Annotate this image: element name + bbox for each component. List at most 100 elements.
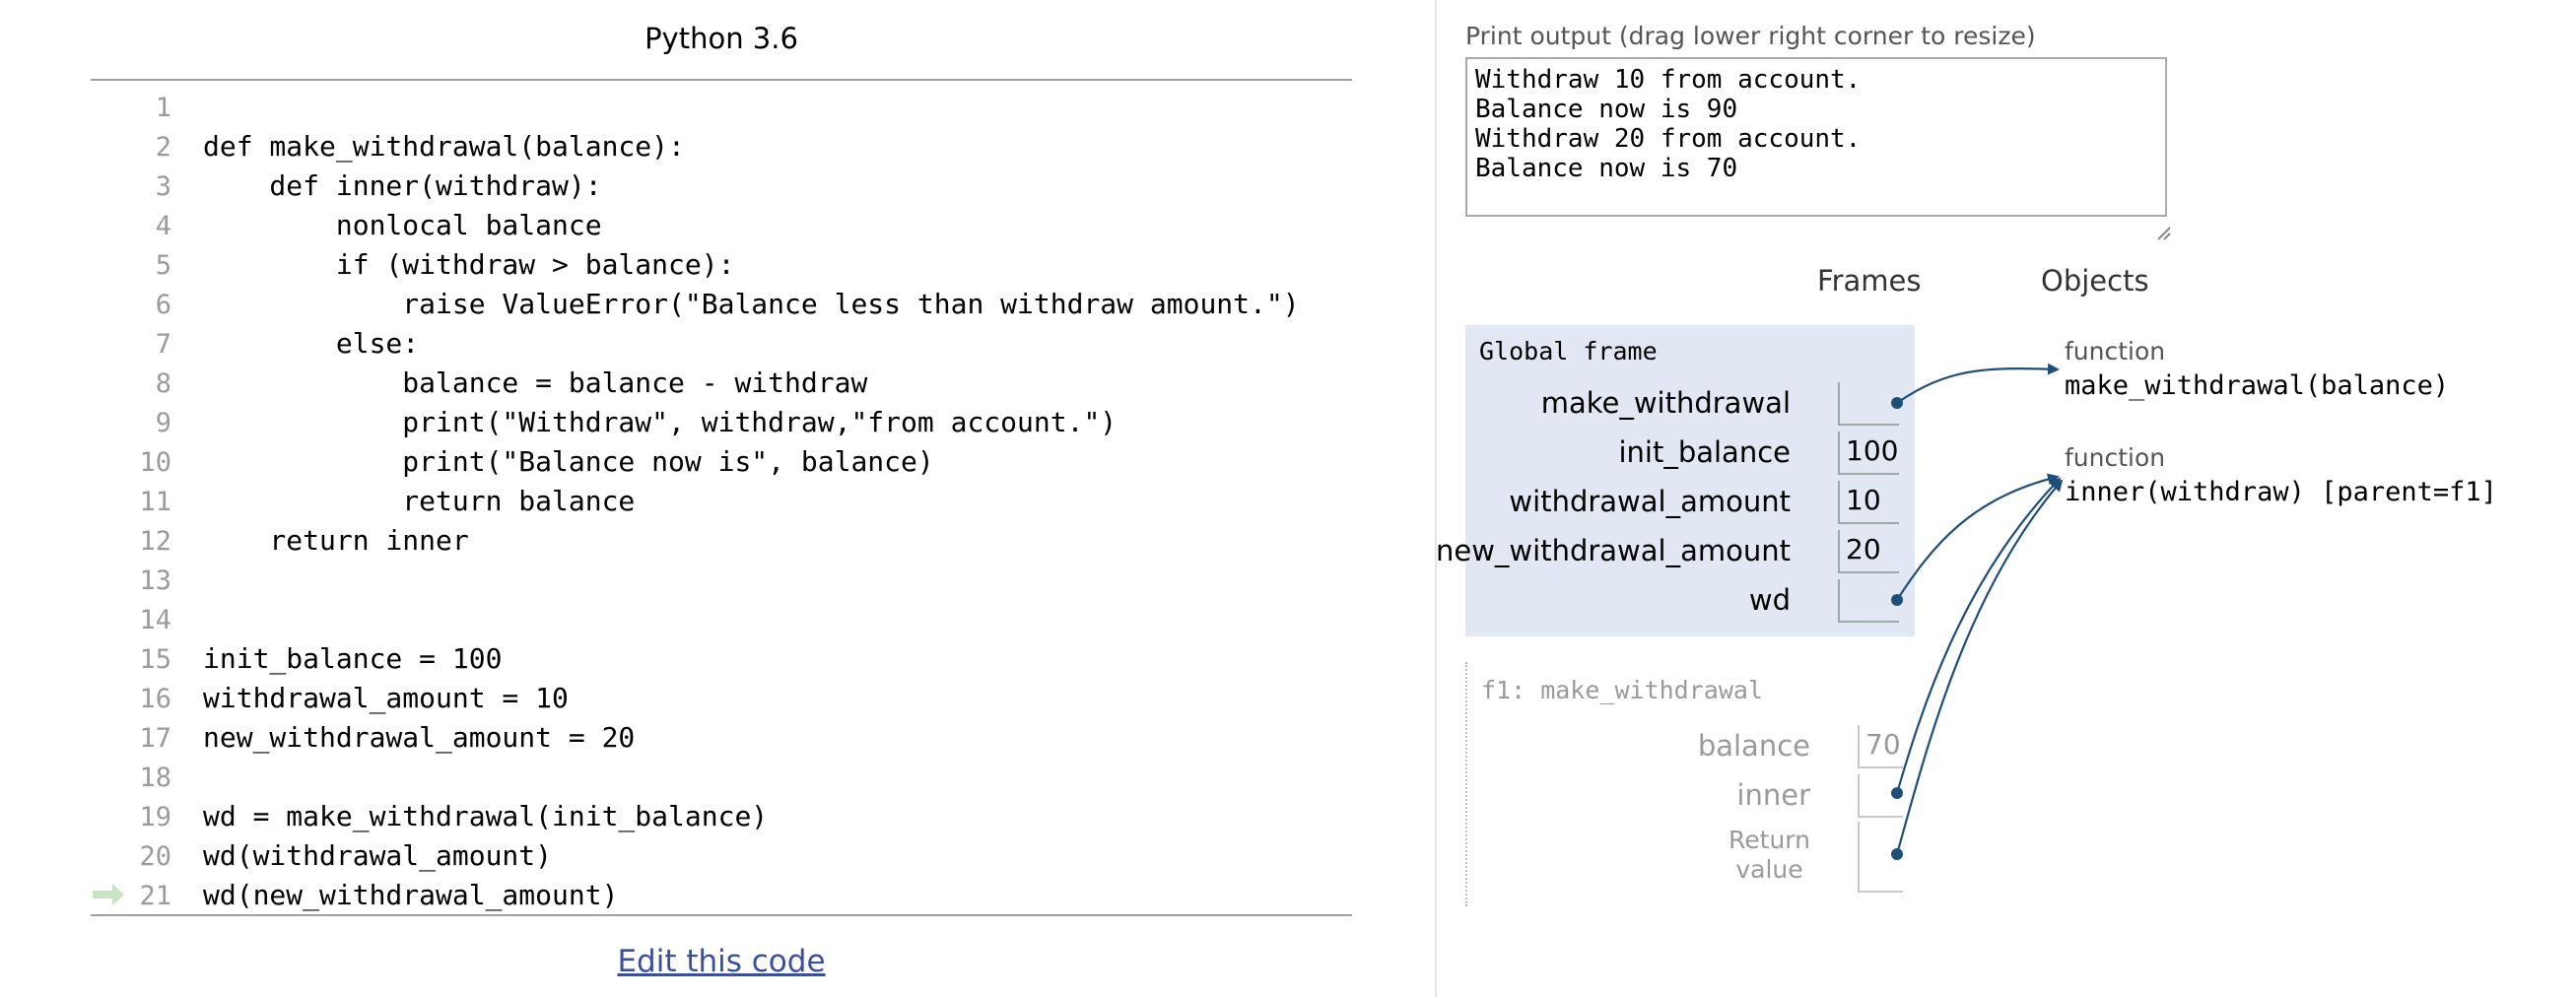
line-number[interactable]: 1 bbox=[134, 93, 171, 123]
line-code: new_withdrawal_amount = 20 bbox=[203, 721, 636, 754]
code-line: 14 bbox=[91, 599, 1362, 638]
code-line: 5 if (withdraw > balance): bbox=[91, 244, 1362, 284]
object-inner: inner(withdraw) [parent=f1] bbox=[2065, 477, 2497, 507]
line-code: raise ValueError("Balance less than with… bbox=[203, 288, 1300, 320]
line-number[interactable]: 5 bbox=[134, 250, 171, 281]
line-code: init_balance = 100 bbox=[203, 642, 503, 675]
line-code: if (withdraw > balance): bbox=[203, 248, 735, 281]
line-number[interactable]: 12 bbox=[134, 526, 171, 557]
return-label-line: Return bbox=[1729, 826, 1810, 854]
code-listing: 1 2 def make_withdrawal(balance): 3 def inn… bbox=[91, 87, 1362, 914]
arrow-inner bbox=[1895, 477, 2062, 794]
code-line: 7 else: bbox=[91, 323, 1362, 363]
line-code: nonlocal balance bbox=[203, 209, 602, 241]
objects-header: Objects bbox=[2041, 264, 2149, 298]
var-name-wd: wd bbox=[1748, 583, 1791, 617]
line-code: withdrawal_amount = 10 bbox=[203, 682, 569, 714]
line-number[interactable]: 7 bbox=[134, 329, 171, 360]
code-line: 21 wd(new_withdrawal_amount) bbox=[91, 875, 1362, 914]
line-number[interactable]: 21 bbox=[134, 881, 171, 911]
code-line: 11 return balance bbox=[91, 481, 1362, 520]
line-number[interactable]: 19 bbox=[134, 802, 171, 832]
code-line: 15 init_balance = 100 bbox=[91, 638, 1362, 678]
code-line: 20 wd(withdrawal_amount) bbox=[91, 835, 1362, 875]
code-line: 9 print("Withdraw", withdraw,"from accou… bbox=[91, 402, 1362, 441]
line-code: def make_withdrawal(balance): bbox=[203, 130, 685, 163]
var-name-inner: inner bbox=[1736, 778, 1810, 812]
line-code: wd(withdrawal_amount) bbox=[203, 839, 553, 872]
code-line: 17 new_withdrawal_amount = 20 bbox=[91, 717, 1362, 757]
line-code: wd = make_withdrawal(init_balance) bbox=[203, 800, 769, 832]
line-code: else: bbox=[203, 327, 420, 360]
var-value-inner bbox=[1858, 774, 1903, 818]
print-output-label: Print output (drag lower right corner to… bbox=[1465, 22, 2036, 50]
global-frame-title: Global frame bbox=[1479, 337, 1658, 366]
return-value-label: Return value bbox=[1729, 826, 1810, 885]
line-number[interactable]: 15 bbox=[134, 644, 171, 675]
output-line: Balance now is 90 bbox=[1475, 95, 1738, 124]
output-line: Withdraw 20 from account. bbox=[1475, 124, 1862, 154]
var-name-make-withdrawal: make_withdrawal bbox=[1540, 386, 1791, 420]
code-line: 10 print("Balance now is", balance) bbox=[91, 441, 1362, 481]
code-line: 18 bbox=[91, 757, 1362, 796]
var-value-make-withdrawal bbox=[1838, 382, 1899, 426]
var-name-withdrawal-amount: withdrawal_amount bbox=[1509, 485, 1791, 518]
line-code: print("Balance now is", balance) bbox=[203, 445, 934, 478]
code-line: 16 withdrawal_amount = 10 bbox=[91, 678, 1362, 717]
var-name-balance: balance bbox=[1697, 729, 1810, 763]
output-line: Balance now is 70 bbox=[1475, 154, 1738, 183]
f1-frame: f1: make_withdrawal balance 70 inner Ret… bbox=[1465, 662, 1917, 906]
var-value-init-balance: 100 bbox=[1838, 432, 1899, 475]
line-number[interactable]: 20 bbox=[134, 841, 171, 872]
edit-code-link[interactable]: Edit this code bbox=[91, 944, 1352, 979]
var-value-balance: 70 bbox=[1858, 725, 1903, 768]
code-line: 19 wd = make_withdrawal(init_balance) bbox=[91, 796, 1362, 835]
current-line-arrow-icon bbox=[93, 884, 124, 905]
line-code: return inner bbox=[203, 524, 469, 557]
code-bottom-divider bbox=[91, 914, 1352, 916]
code-line: 8 balance = balance - withdraw bbox=[91, 363, 1362, 402]
code-line: 1 bbox=[91, 87, 1362, 126]
value-label-line: value bbox=[1735, 855, 1803, 884]
code-line: 12 return inner bbox=[91, 520, 1362, 560]
code-line: 13 bbox=[91, 560, 1362, 599]
global-frame: Global frame make_withdrawal init_balanc… bbox=[1436, 325, 1915, 636]
object-type-label: function bbox=[2065, 443, 2166, 472]
output-line: Withdraw 10 from account. bbox=[1475, 65, 1862, 95]
panel-divider bbox=[1435, 0, 1437, 997]
line-number[interactable]: 13 bbox=[134, 565, 171, 596]
line-number[interactable]: 14 bbox=[134, 605, 171, 635]
code-top-divider bbox=[91, 79, 1352, 81]
code-line: 3 def inner(withdraw): bbox=[91, 166, 1362, 205]
var-name-init-balance: init_balance bbox=[1618, 435, 1791, 469]
line-number[interactable]: 17 bbox=[134, 723, 171, 754]
arrow-wd bbox=[1896, 473, 2060, 601]
line-code: def inner(withdraw): bbox=[203, 169, 602, 202]
line-number[interactable]: 8 bbox=[134, 368, 171, 399]
line-number[interactable]: 16 bbox=[134, 684, 171, 714]
arrow-make-withdrawal bbox=[1896, 363, 2060, 404]
var-value-wd bbox=[1838, 579, 1899, 623]
resize-grip-icon[interactable] bbox=[2155, 225, 2171, 240]
line-code: balance = balance - withdraw bbox=[203, 366, 868, 399]
var-value-withdrawal-amount: 10 bbox=[1838, 481, 1899, 524]
print-output-box[interactable]: Withdraw 10 from account. Balance now is… bbox=[1465, 57, 2167, 217]
line-code: print("Withdraw", withdraw,"from account… bbox=[203, 406, 1118, 438]
line-number[interactable]: 6 bbox=[134, 290, 171, 320]
var-name-new-withdrawal-amount: new_withdrawal_amount bbox=[1435, 534, 1791, 567]
frames-header: Frames bbox=[1817, 264, 1922, 298]
line-number[interactable]: 4 bbox=[134, 211, 171, 241]
arrow-return-value bbox=[1895, 479, 2064, 855]
object-type-label: function bbox=[2065, 337, 2166, 366]
var-value-new-withdrawal-amount: 20 bbox=[1838, 530, 1899, 573]
line-number[interactable]: 18 bbox=[134, 763, 171, 793]
line-number[interactable]: 10 bbox=[134, 447, 171, 478]
f1-frame-title: f1: make_withdrawal bbox=[1481, 676, 1763, 704]
object-make-withdrawal: make_withdrawal(balance) bbox=[2065, 370, 2450, 401]
language-title: Python 3.6 bbox=[644, 22, 798, 55]
line-number[interactable]: 9 bbox=[134, 408, 171, 438]
line-number[interactable]: 11 bbox=[134, 487, 171, 517]
line-number[interactable]: 2 bbox=[134, 132, 171, 163]
line-number[interactable]: 3 bbox=[134, 171, 171, 202]
line-code: wd(new_withdrawal_amount) bbox=[203, 879, 619, 911]
